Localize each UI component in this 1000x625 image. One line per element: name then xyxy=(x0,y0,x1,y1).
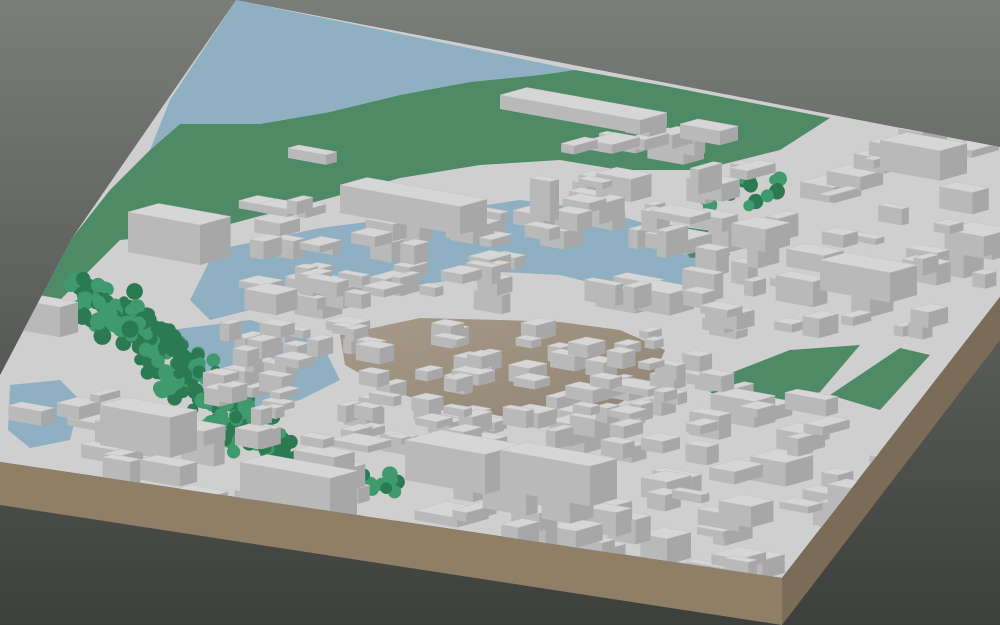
building xyxy=(244,282,298,316)
tree xyxy=(380,482,392,495)
building xyxy=(353,401,383,422)
building xyxy=(821,227,858,248)
building xyxy=(219,318,242,342)
tree xyxy=(226,445,241,459)
model-viewport[interactable] xyxy=(0,0,1000,625)
building xyxy=(250,404,272,426)
building xyxy=(699,368,735,393)
building xyxy=(358,367,390,388)
building xyxy=(529,175,560,222)
building xyxy=(466,349,496,370)
building xyxy=(731,216,791,253)
building xyxy=(554,205,593,232)
building xyxy=(600,436,635,460)
building xyxy=(743,276,767,297)
building xyxy=(775,270,828,308)
building xyxy=(249,233,282,260)
tree xyxy=(173,367,185,379)
building xyxy=(656,223,689,258)
tree xyxy=(206,353,221,368)
tree xyxy=(146,346,160,360)
tree xyxy=(92,295,106,310)
building xyxy=(217,380,248,404)
tree xyxy=(90,277,106,293)
tree xyxy=(124,304,136,316)
tree xyxy=(157,340,172,355)
city-model-scene xyxy=(0,0,1000,625)
tree xyxy=(214,408,229,423)
building xyxy=(411,392,444,414)
building xyxy=(939,181,989,215)
building xyxy=(400,238,429,265)
tree xyxy=(142,308,156,321)
tree xyxy=(75,271,91,287)
building xyxy=(787,432,814,457)
building xyxy=(355,339,395,365)
tree xyxy=(284,434,298,449)
building xyxy=(802,310,839,339)
tree xyxy=(743,200,755,212)
building xyxy=(502,404,534,429)
tree xyxy=(142,329,153,341)
building xyxy=(718,494,774,528)
tree xyxy=(140,365,155,380)
building xyxy=(685,439,719,466)
building xyxy=(913,252,939,277)
building xyxy=(682,349,713,373)
building xyxy=(972,268,997,289)
building xyxy=(644,336,664,350)
building xyxy=(306,334,334,358)
building xyxy=(259,318,295,338)
tree xyxy=(186,378,199,391)
tree xyxy=(743,177,758,193)
tree xyxy=(772,182,783,193)
building xyxy=(606,346,636,370)
tree xyxy=(98,330,110,342)
building xyxy=(344,288,371,310)
building xyxy=(234,423,273,450)
tree xyxy=(126,283,143,300)
building xyxy=(419,282,444,297)
building xyxy=(232,344,260,368)
tree xyxy=(121,320,139,338)
tree xyxy=(760,189,774,203)
building xyxy=(623,280,652,311)
